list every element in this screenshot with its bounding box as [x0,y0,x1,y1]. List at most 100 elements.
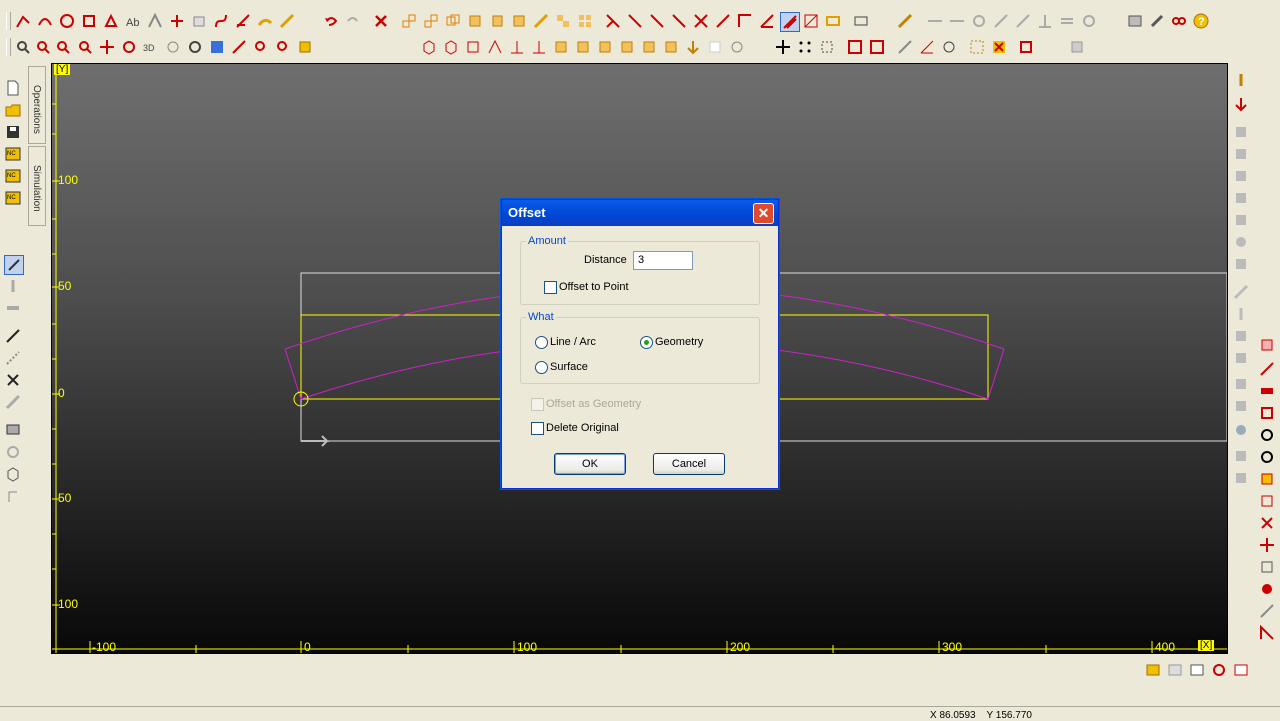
surface-radio[interactable] [535,361,548,374]
constraint-angle-icon[interactable] [1014,12,1032,30]
tool-r14-icon[interactable] [1232,421,1250,439]
tool-f2-icon[interactable] [1258,360,1276,378]
line-arc-label[interactable]: Line / Arc [550,336,596,348]
fillet-icon[interactable] [256,12,274,30]
constraint-vertical-icon[interactable] [948,12,966,30]
tool-r12-icon[interactable] [1232,375,1250,393]
tool-f9-icon[interactable] [1258,514,1276,532]
layers-icon[interactable] [1126,12,1144,30]
chamfer-icon[interactable] [278,12,296,30]
tool-r8-icon[interactable] [1232,283,1250,301]
snap-end-icon[interactable] [868,38,886,56]
join-icon[interactable] [670,12,688,30]
scale-icon[interactable] [510,12,528,30]
array-icon[interactable] [532,12,550,30]
dialog-title-bar[interactable]: Offset ✕ [502,200,778,226]
view-plane-2-icon[interactable] [574,38,592,56]
view-plane-3-icon[interactable] [596,38,614,56]
tool-r9-icon[interactable] [1232,305,1250,323]
view-plane-4-icon[interactable] [618,38,636,56]
view-down-icon[interactable] [684,38,702,56]
geometry-radio[interactable] [640,336,653,349]
distance-input[interactable]: 3 [633,251,693,270]
filter-icon[interactable] [1068,38,1086,56]
split-icon[interactable] [648,12,666,30]
angle-measure-icon[interactable] [918,38,936,56]
toolbar-grip[interactable] [6,12,11,30]
mirror-icon[interactable] [488,12,506,30]
tool-cube-icon[interactable] [4,465,22,483]
tool-f6-icon[interactable] [1258,448,1276,466]
bottom-tool-1-icon[interactable] [1144,661,1162,679]
view-plane-6-icon[interactable] [662,38,680,56]
geometry-label[interactable]: Geometry [655,336,703,348]
view-plane-1-icon[interactable] [552,38,570,56]
transform-icon[interactable] [400,12,418,30]
tool-f7-icon[interactable] [1258,470,1276,488]
intersect-icon[interactable] [692,12,710,30]
bottom-tool-5-icon[interactable] [1232,661,1250,679]
constraint-perpendicular-icon[interactable] [1036,12,1054,30]
tool-f13-icon[interactable] [1258,602,1276,620]
tool-pen-icon[interactable] [4,277,22,295]
cut-icon[interactable] [714,12,732,30]
tool-r13-icon[interactable] [1232,397,1250,415]
tool-f10-icon[interactable] [1258,536,1276,554]
sketch-icon[interactable] [146,12,164,30]
edit-line-icon[interactable] [802,12,820,30]
tool-r7-icon[interactable] [1232,255,1250,273]
link-icon[interactable] [1170,12,1188,30]
tool-bar-icon[interactable] [4,299,22,317]
tool-screen-icon[interactable] [4,421,22,439]
box-icon[interactable] [190,12,208,30]
view-rotate3d-icon[interactable] [728,38,746,56]
tool-r1-icon[interactable] [1232,123,1250,141]
grid-dots-icon[interactable] [796,38,814,56]
tool-f3-icon[interactable] [1258,382,1276,400]
delete-original-label[interactable]: Delete Original [546,422,619,434]
tool-r2-icon[interactable] [1232,145,1250,163]
view-3d-icon[interactable]: 3D [142,38,160,56]
snap-grid-icon[interactable] [846,38,864,56]
tool-r6-icon[interactable] [1232,233,1250,251]
operations-tab[interactable]: Operations [28,66,46,144]
break-icon[interactable] [626,12,644,30]
zoom-out-icon[interactable] [54,38,72,56]
tool-corner-icon[interactable] [4,487,22,505]
tools-icon[interactable] [1148,12,1166,30]
tool-brush-icon[interactable] [4,393,22,411]
constraint-parallel-icon[interactable] [992,12,1010,30]
deselect-icon[interactable] [990,38,1008,56]
redo-icon[interactable] [344,12,362,30]
tool-f4-icon[interactable] [1258,404,1276,422]
snap-icon[interactable] [818,38,836,56]
constraint-concentric-icon[interactable] [970,12,988,30]
view-iso-icon[interactable] [164,38,182,56]
view-front-icon[interactable] [442,38,460,56]
toolbar-grip[interactable] [6,38,11,56]
tool-r5-icon[interactable] [1232,211,1250,229]
ok-button[interactable]: OK [554,453,626,475]
select-pointer-icon[interactable] [4,255,24,275]
offset-to-point-label[interactable]: Offset to Point [559,281,629,293]
constraint-horizontal-icon[interactable] [926,12,944,30]
nc-program-1-icon[interactable]: NC [4,145,22,163]
view-zoom-icon[interactable] [252,38,270,56]
constraint-equal-icon[interactable] [1058,12,1076,30]
tool-r16-icon[interactable] [1232,469,1250,487]
spline-icon[interactable] [212,12,230,30]
help-icon[interactable]: ? [1192,12,1210,30]
move-icon[interactable] [422,12,440,30]
save-icon[interactable] [4,123,22,141]
view-right-icon[interactable] [508,38,526,56]
copy-icon[interactable] [444,12,462,30]
constraint-gear-icon[interactable] [1080,12,1098,30]
tool-f1-icon[interactable] [1258,336,1276,354]
point-icon[interactable] [14,12,32,30]
tool-r15-icon[interactable] [1232,447,1250,465]
open-folder-icon[interactable] [4,101,22,119]
grid-icon[interactable] [576,12,594,30]
tool-gear-icon[interactable] [4,443,22,461]
tool-cross-icon[interactable] [4,371,22,389]
tool-f5-icon[interactable] [1258,426,1276,444]
